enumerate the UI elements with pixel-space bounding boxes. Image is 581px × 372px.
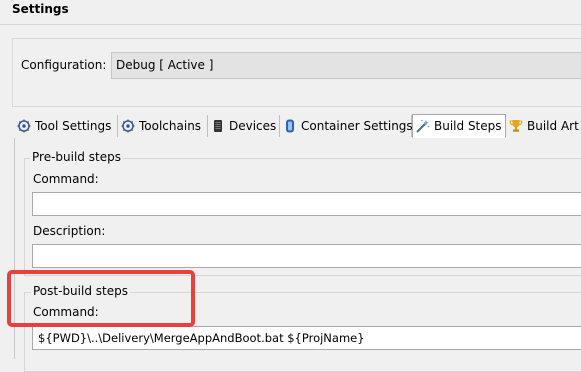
gear-icon (121, 119, 135, 133)
postbuild-title: Post-build steps (31, 284, 130, 298)
configuration-value: Debug [ Active ] (116, 58, 214, 72)
tab-container-settings[interactable]: Container Settings (280, 115, 413, 137)
tab-toolchains[interactable]: Toolchains (118, 115, 208, 137)
tab-label: Build Steps (434, 119, 502, 133)
prebuild-title: Pre-build steps (30, 150, 123, 164)
container-icon (283, 119, 297, 133)
prebuild-description-input[interactable] (32, 244, 581, 268)
tab-label: Toolchains (139, 119, 202, 133)
tab-devices[interactable]: Devices (208, 115, 280, 137)
tab-label: Devices (229, 119, 277, 133)
gear-icon (17, 119, 31, 133)
configuration-label: Configuration: (21, 58, 107, 72)
tab-label: Container Settings (301, 119, 413, 133)
window-title: Settings (12, 2, 69, 16)
window-title-bar: Settings (0, 0, 581, 24)
tab-label: Build Art (527, 119, 579, 133)
prebuild-description-label: Description: (33, 224, 106, 238)
device-icon (211, 119, 225, 133)
configuration-select[interactable]: Debug [ Active ] (111, 52, 581, 79)
trophy-icon (509, 119, 523, 133)
prebuild-command-input[interactable] (32, 192, 581, 216)
postbuild-command-label: Command: (33, 305, 99, 319)
tab-build-steps[interactable]: Build Steps (412, 114, 506, 138)
tab-tool-settings[interactable]: Tool Settings (14, 115, 118, 137)
title-divider (0, 24, 581, 25)
settings-tabs: Tool Settings Toolchains Devices Contain… (14, 114, 581, 139)
prebuild-command-label: Command: (33, 172, 99, 186)
tab-build-artifact[interactable]: Build Art (506, 115, 581, 137)
wand-icon (416, 119, 430, 133)
postbuild-command-input[interactable] (32, 326, 581, 350)
tab-label: Tool Settings (35, 119, 112, 133)
